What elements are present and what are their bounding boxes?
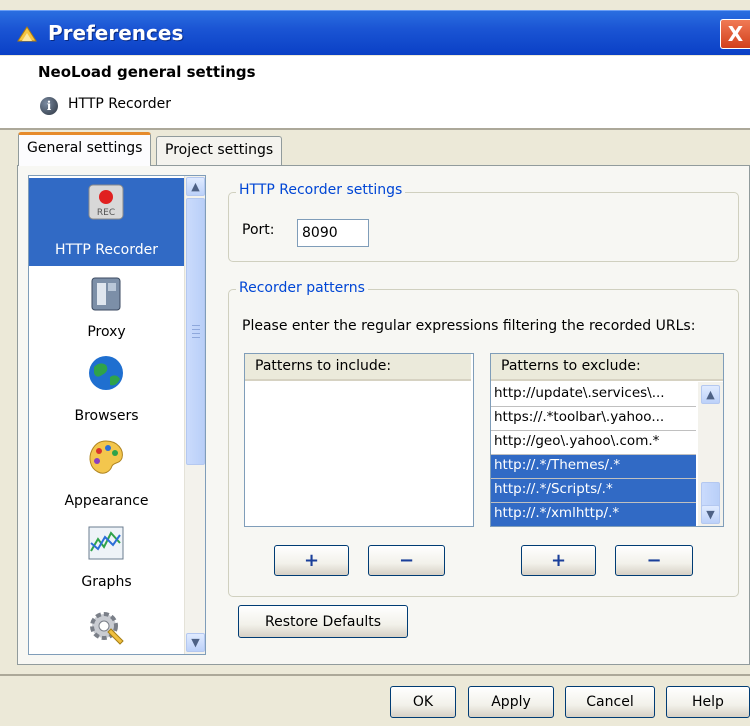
tab-general-settings[interactable]: General settings xyxy=(18,132,152,166)
window-title: Preferences xyxy=(48,21,184,45)
scroll-up-button[interactable]: ▲ xyxy=(701,385,720,404)
svg-text:REC: REC xyxy=(97,208,115,218)
scroll-down-button[interactable]: ▼ xyxy=(186,633,205,652)
exclude-remove-button[interactable]: − xyxy=(615,545,693,576)
port-label: Port: xyxy=(242,222,275,238)
sidebar-item-label: HTTP Recorder xyxy=(54,242,159,258)
title-bar[interactable]: Preferences X xyxy=(0,10,750,55)
include-add-button[interactable]: + xyxy=(274,545,349,576)
scroll-down-button[interactable]: ▼ xyxy=(701,505,720,524)
neoload-app-icon xyxy=(17,26,37,42)
table-row[interactable]: http://.*/Scripts/.* xyxy=(491,479,696,503)
gear-icon xyxy=(90,612,124,645)
table-row[interactable]: http://update\.services\... xyxy=(491,383,696,407)
help-button[interactable]: Help xyxy=(666,686,750,718)
table-row[interactable]: http://geo\.yahoo\.com.* xyxy=(491,431,696,455)
header-subtitle: HTTP Recorder xyxy=(68,96,172,112)
proxy-icon xyxy=(91,277,121,311)
table-row[interactable]: http://.*/Themes/.* xyxy=(491,455,696,479)
include-remove-button[interactable]: − xyxy=(368,545,445,576)
include-patterns-table[interactable]: Patterns to include: xyxy=(244,353,474,527)
exclude-patterns-table[interactable]: Patterns to exclude: http://update\.serv… xyxy=(490,353,724,527)
sidebar-item-http-recorder[interactable]: REC HTTP Recorder xyxy=(29,178,184,266)
table-row[interactable]: http://.*/xmlhttp/.* xyxy=(491,503,696,526)
sidebar-item-more[interactable] xyxy=(29,606,184,654)
close-button[interactable]: X xyxy=(720,19,750,49)
sidebar-item-label: Graphs xyxy=(81,574,132,590)
sidebar-item-label: Proxy xyxy=(87,324,126,340)
restore-defaults-button[interactable]: Restore Defaults xyxy=(238,605,408,638)
sidebar-item-browsers[interactable]: Browsers xyxy=(29,351,184,439)
ok-button[interactable]: OK xyxy=(390,686,456,718)
table-row[interactable]: https://.*toolbar\.yahoo... xyxy=(491,407,696,431)
exclude-table-header: Patterns to exclude: xyxy=(491,354,723,381)
apply-button[interactable]: Apply xyxy=(468,686,554,718)
exclude-scrollbar[interactable]: ▲ ▼ xyxy=(698,382,723,526)
graph-icon xyxy=(88,526,124,560)
info-icon: i xyxy=(40,97,58,115)
scrollbar-thumb[interactable] xyxy=(186,198,205,465)
category-list[interactable]: REC HTTP Recorder Proxy Browsers Appeara… xyxy=(28,175,206,655)
sidebar-item-label: Browsers xyxy=(74,408,139,424)
cancel-button[interactable]: Cancel xyxy=(565,686,655,718)
sidebar-item-label: Appearance xyxy=(64,493,149,509)
sidebar-item-graphs[interactable]: Graphs xyxy=(29,521,184,609)
footer-divider xyxy=(0,674,750,676)
sidebar-item-appearance[interactable]: Appearance xyxy=(29,436,184,524)
tab-project-settings[interactable]: Project settings xyxy=(156,136,283,165)
patterns-instructions: Please enter the regular expressions fil… xyxy=(242,318,696,334)
port-input[interactable] xyxy=(297,219,369,247)
header-title: NeoLoad general settings xyxy=(38,63,256,81)
header-divider xyxy=(0,128,750,130)
rec-icon: REC xyxy=(88,184,124,220)
palette-icon xyxy=(89,440,123,474)
scroll-up-button[interactable]: ▲ xyxy=(186,177,205,196)
recorder-patterns-title: Recorder patterns xyxy=(236,280,368,296)
sidebar-item-proxy[interactable]: Proxy xyxy=(29,266,184,354)
globe-icon xyxy=(89,356,123,390)
include-table-header: Patterns to include: xyxy=(245,354,471,381)
settings-header: NeoLoad general settings i HTTP Recorder xyxy=(0,56,750,128)
exclude-add-button[interactable]: + xyxy=(521,545,596,576)
http-recorder-settings-title: HTTP Recorder settings xyxy=(236,182,406,198)
sidebar-scrollbar[interactable]: ▲ ▼ xyxy=(184,176,205,654)
